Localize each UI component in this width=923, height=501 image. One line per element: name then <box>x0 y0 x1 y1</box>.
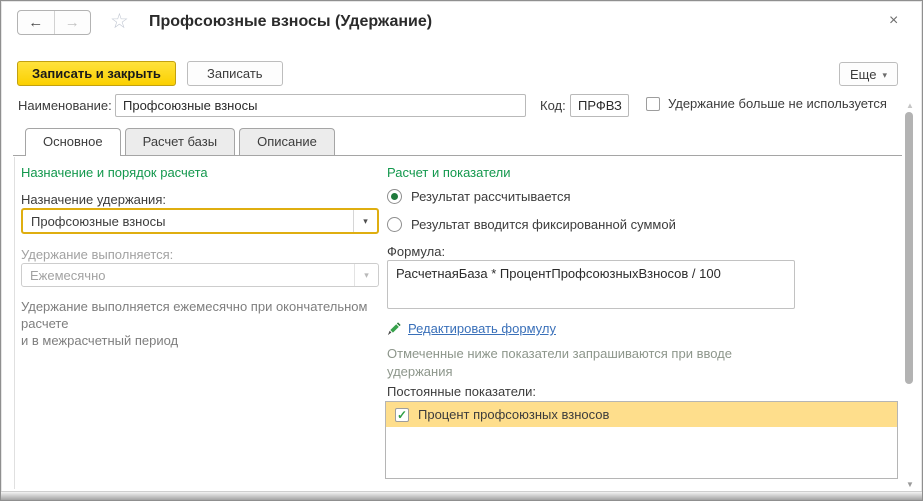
edit-formula-link[interactable]: Редактировать формулу <box>408 321 556 336</box>
tab-main[interactable]: Основное <box>25 128 121 156</box>
back-icon[interactable]: ← <box>18 11 54 34</box>
schedule-select-value: Ежемесячно <box>22 268 354 283</box>
name-input[interactable]: Профсоюзные взносы <box>115 94 526 117</box>
favorite-star-icon[interactable]: ☆ <box>110 9 129 34</box>
list-item[interactable]: Процент профсоюзных взносов <box>386 402 897 427</box>
tab-bar: Основное Расчет базы Описание <box>25 128 335 156</box>
schedule-select: Ежемесячно ▾ <box>21 263 379 287</box>
panel-left-border <box>14 157 15 489</box>
purpose-select-value: Профсоюзные взносы <box>23 214 353 229</box>
code-input[interactable]: ПРФВЗ <box>570 94 629 117</box>
schedule-label: Удержание выполняется: <box>21 247 173 262</box>
radio-result-fixed-row[interactable]: Результат вводится фиксированной суммой <box>387 217 676 232</box>
indicator-checkbox[interactable] <box>395 408 409 422</box>
radio-result-calculated[interactable] <box>387 189 402 204</box>
chevron-down-icon: ▾ <box>354 264 378 286</box>
radio-result-fixed-label: Результат вводится фиксированной суммой <box>411 217 676 232</box>
edit-formula-link-row[interactable]: Редактировать формулу <box>387 321 556 336</box>
nav-history-group: ← → <box>17 10 91 35</box>
indicator-label: Процент профсоюзных взносов <box>418 407 609 422</box>
save-and-close-button[interactable]: Записать и закрыть <box>17 61 176 86</box>
forward-icon[interactable]: → <box>54 11 91 34</box>
right-section-title: Расчет и показатели <box>387 165 511 180</box>
deduction-form-window: ← → ☆ Профсоюзные взносы (Удержание) × З… <box>0 0 923 501</box>
close-icon[interactable]: × <box>889 12 898 30</box>
code-label: Код: <box>540 98 566 113</box>
scroll-down-icon[interactable]: ▼ <box>904 480 916 489</box>
radio-result-calculated-row[interactable]: Результат рассчитывается <box>387 189 571 204</box>
vertical-scrollbar[interactable] <box>905 112 913 384</box>
more-button-label: Еще <box>850 67 876 82</box>
name-label: Наименование: <box>18 98 112 113</box>
scroll-up-icon[interactable]: ▲ <box>904 101 916 110</box>
indicators-list: Процент профсоюзных взносов <box>385 401 898 479</box>
purpose-select[interactable]: Профсоюзные взносы ▾ <box>21 208 379 234</box>
not-used-checkbox[interactable] <box>646 97 660 111</box>
more-button[interactable]: Еще ▾ <box>839 62 898 86</box>
not-used-checkbox-row[interactable]: Удержание больше не используется <box>646 96 887 111</box>
indicators-note: Отмеченные ниже показатели запрашиваются… <box>387 345 817 381</box>
indicators-label: Постоянные показатели: <box>387 384 536 399</box>
not-used-label: Удержание больше не используется <box>668 96 887 111</box>
schedule-note: Удержание выполняется ежемесячно при око… <box>21 298 393 349</box>
tab-calc-base[interactable]: Расчет базы <box>125 128 236 155</box>
formula-label: Формула: <box>387 244 445 259</box>
tab-description[interactable]: Описание <box>239 128 335 155</box>
page-title: Профсоюзные взносы (Удержание) <box>149 13 432 31</box>
radio-result-fixed[interactable] <box>387 217 402 232</box>
save-button[interactable]: Записать <box>187 61 283 86</box>
left-section-title: Назначение и порядок расчета <box>21 165 208 180</box>
window-bottom-edge <box>1 491 922 500</box>
pencil-icon <box>387 322 401 336</box>
radio-result-calculated-label: Результат рассчитывается <box>411 189 571 204</box>
formula-input[interactable]: РасчетнаяБаза * ПроцентПрофсоюзныхВзносо… <box>387 260 795 309</box>
chevron-down-icon: ▾ <box>882 68 887 81</box>
purpose-label: Назначение удержания: <box>21 192 166 207</box>
chevron-down-icon[interactable]: ▾ <box>353 210 377 232</box>
